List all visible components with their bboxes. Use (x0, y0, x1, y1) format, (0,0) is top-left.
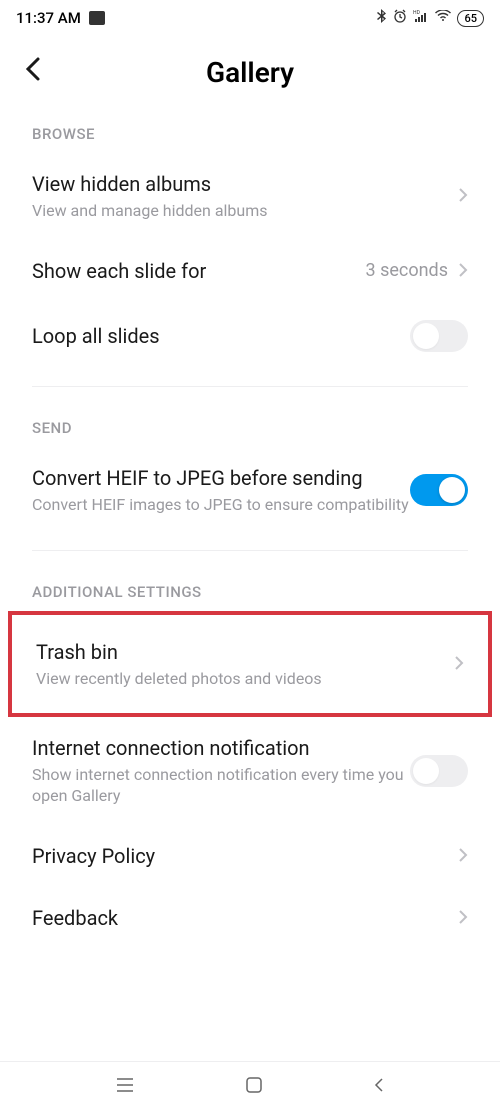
status-right: HD 65 (377, 9, 484, 27)
toggle-knob (413, 758, 439, 784)
setting-title: Show each slide for (32, 258, 366, 284)
setting-internet-notification[interactable]: Internet connection notification Show in… (0, 717, 500, 825)
setting-text: Show each slide for (32, 258, 366, 284)
navigation-bar (0, 1061, 500, 1111)
chevron-right-icon (454, 652, 464, 676)
toggle-knob (439, 477, 465, 503)
svg-text:HD: HD (413, 10, 420, 16)
back-button[interactable] (24, 55, 42, 90)
divider (32, 386, 468, 387)
setting-title: Feedback (32, 905, 458, 931)
setting-title: Internet connection notification (32, 735, 410, 761)
notification-icon (89, 11, 105, 25)
setting-subtitle: View and manage hidden albums (32, 201, 458, 222)
section-header-additional: ADDITIONAL SETTINGS (0, 567, 500, 611)
setting-text: Internet connection notification Show in… (32, 735, 410, 807)
chevron-right-icon (458, 184, 468, 208)
wifi-icon (435, 10, 451, 26)
setting-privacy-policy[interactable]: Privacy Policy (0, 825, 500, 887)
highlight-box: Trash bin View recently deleted photos a… (8, 611, 492, 718)
setting-convert-heif[interactable]: Convert HEIF to JPEG before sending Conv… (0, 447, 500, 534)
setting-trash-bin[interactable]: Trash bin View recently deleted photos a… (12, 615, 488, 714)
page-title: Gallery (206, 56, 294, 89)
setting-title: Loop all slides (32, 323, 410, 349)
nav-back-icon[interactable] (373, 1076, 385, 1098)
setting-title: Trash bin (36, 639, 454, 665)
toggle-internet-notification[interactable] (410, 755, 468, 787)
setting-text: Loop all slides (32, 323, 410, 349)
setting-title: Privacy Policy (32, 843, 458, 869)
setting-title: Convert HEIF to JPEG before sending (32, 465, 410, 491)
setting-loop-slides[interactable]: Loop all slides (0, 302, 500, 370)
section-header-send: SEND (0, 403, 500, 447)
setting-text: Privacy Policy (32, 843, 458, 869)
toggle-loop-slides[interactable] (410, 320, 468, 352)
setting-subtitle: View recently deleted photos and videos (36, 669, 454, 690)
divider (32, 550, 468, 551)
nav-home-icon[interactable] (245, 1076, 263, 1098)
setting-slide-duration[interactable]: Show each slide for 3 seconds (0, 240, 500, 302)
setting-hidden-albums[interactable]: View hidden albums View and manage hidde… (0, 153, 500, 240)
page-header: Gallery (0, 36, 500, 109)
status-time: 11:37 AM (16, 9, 81, 27)
chevron-right-icon (458, 844, 468, 868)
chevron-right-icon (458, 259, 468, 283)
setting-text: Convert HEIF to JPEG before sending Conv… (32, 465, 410, 516)
setting-subtitle: Show internet connection notification ev… (32, 765, 410, 807)
setting-text: View hidden albums View and manage hidde… (32, 171, 458, 222)
signal-icon: HD (413, 9, 429, 27)
chevron-right-icon (458, 906, 468, 930)
alarm-icon (393, 9, 407, 27)
section-header-browse: BROWSE (0, 109, 500, 153)
toggle-knob (413, 323, 439, 349)
toggle-convert-heif[interactable] (410, 474, 468, 506)
setting-text: Trash bin View recently deleted photos a… (36, 639, 454, 690)
status-left: 11:37 AM (16, 9, 105, 27)
setting-subtitle: Convert HEIF images to JPEG to ensure co… (32, 495, 410, 516)
setting-feedback[interactable]: Feedback (0, 887, 500, 949)
setting-text: Feedback (32, 905, 458, 931)
setting-value: 3 seconds (366, 260, 449, 281)
bluetooth-icon (377, 9, 387, 27)
status-bar: 11:37 AM HD 65 (0, 0, 500, 36)
battery-indicator: 65 (457, 10, 484, 27)
setting-title: View hidden albums (32, 171, 458, 197)
nav-menu-icon[interactable] (115, 1077, 135, 1097)
